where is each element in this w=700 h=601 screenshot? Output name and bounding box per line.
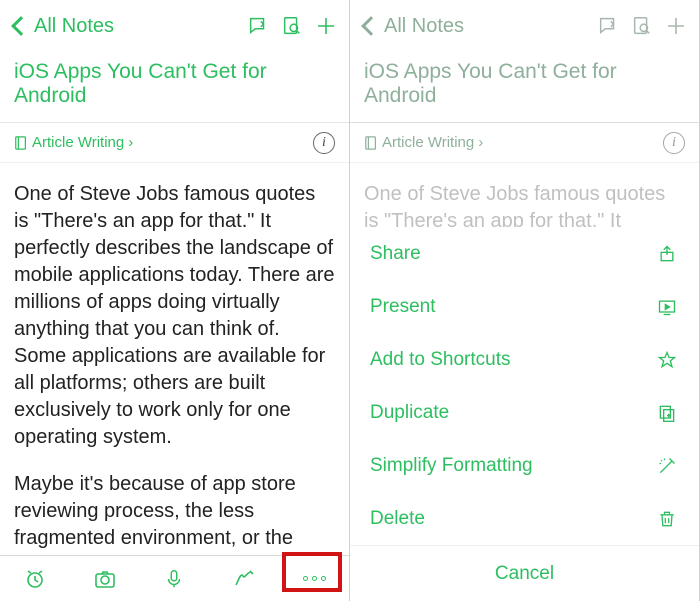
chevron-left-icon bbox=[361, 16, 381, 36]
chat-icon[interactable] bbox=[591, 9, 625, 43]
action-label: Simplify Formatting bbox=[370, 455, 655, 477]
back-button[interactable]: All Notes bbox=[356, 15, 464, 38]
note-title[interactable]: iOS Apps You Can't Get for Android bbox=[0, 52, 349, 123]
plus-icon[interactable] bbox=[659, 9, 693, 43]
meta-row: Article Writing › i bbox=[0, 123, 349, 163]
back-label: All Notes bbox=[34, 15, 114, 38]
trash-icon bbox=[655, 507, 679, 531]
reminder-icon[interactable] bbox=[21, 565, 49, 593]
present-action[interactable]: Present bbox=[350, 280, 699, 333]
note-body[interactable]: One of Steve Jobs famous quotes is "Ther… bbox=[0, 163, 349, 579]
share-action[interactable]: Share bbox=[350, 227, 699, 280]
action-sheet: Share Present Add to Shortcuts Duplicate… bbox=[350, 227, 699, 601]
share-icon bbox=[655, 242, 679, 266]
microphone-icon[interactable] bbox=[160, 565, 188, 593]
more-icon[interactable] bbox=[300, 565, 328, 593]
top-nav: All Notes bbox=[0, 0, 349, 52]
wand-icon bbox=[655, 454, 679, 478]
action-label: Share bbox=[370, 243, 655, 265]
notebook-link[interactable]: Article Writing bbox=[32, 134, 124, 151]
info-icon: i bbox=[663, 132, 685, 154]
duplicate-action[interactable]: Duplicate bbox=[350, 386, 699, 439]
notebook-icon bbox=[14, 136, 28, 150]
action-label: Add to Shortcuts bbox=[370, 349, 655, 371]
back-button[interactable]: All Notes bbox=[6, 15, 114, 38]
top-nav: All Notes bbox=[350, 0, 699, 52]
duplicate-icon bbox=[655, 401, 679, 425]
cancel-label: Cancel bbox=[495, 563, 554, 585]
camera-icon[interactable] bbox=[91, 565, 119, 593]
back-label: All Notes bbox=[384, 15, 464, 38]
search-note-icon[interactable] bbox=[275, 9, 309, 43]
meta-row: Article Writing › i bbox=[350, 123, 699, 163]
search-note-icon[interactable] bbox=[625, 9, 659, 43]
notebook-link: Article Writing bbox=[382, 134, 474, 151]
bottom-toolbar bbox=[0, 555, 349, 601]
star-icon bbox=[655, 348, 679, 372]
chat-icon[interactable] bbox=[241, 9, 275, 43]
info-icon[interactable]: i bbox=[313, 132, 335, 154]
delete-action[interactable]: Delete bbox=[350, 492, 699, 545]
chevron-left-icon bbox=[11, 16, 31, 36]
action-label: Delete bbox=[370, 508, 655, 530]
cancel-action[interactable]: Cancel bbox=[350, 545, 699, 601]
left-pane: All Notes iOS Apps You Can't Get for And… bbox=[0, 0, 350, 601]
action-label: Duplicate bbox=[370, 402, 655, 424]
sketch-icon[interactable] bbox=[230, 565, 258, 593]
note-title: iOS Apps You Can't Get for Android bbox=[350, 52, 699, 123]
shortcuts-action[interactable]: Add to Shortcuts bbox=[350, 333, 699, 386]
plus-icon[interactable] bbox=[309, 9, 343, 43]
present-icon bbox=[655, 295, 679, 319]
paragraph: One of Steve Jobs famous quotes is "Ther… bbox=[14, 181, 335, 451]
action-label: Present bbox=[370, 296, 655, 318]
right-pane: All Notes iOS Apps You Can't Get for And… bbox=[350, 0, 700, 601]
notebook-icon bbox=[364, 136, 378, 150]
chevron-right-icon: › bbox=[128, 134, 133, 151]
chevron-right-icon: › bbox=[478, 134, 483, 151]
simplify-action[interactable]: Simplify Formatting bbox=[350, 439, 699, 492]
